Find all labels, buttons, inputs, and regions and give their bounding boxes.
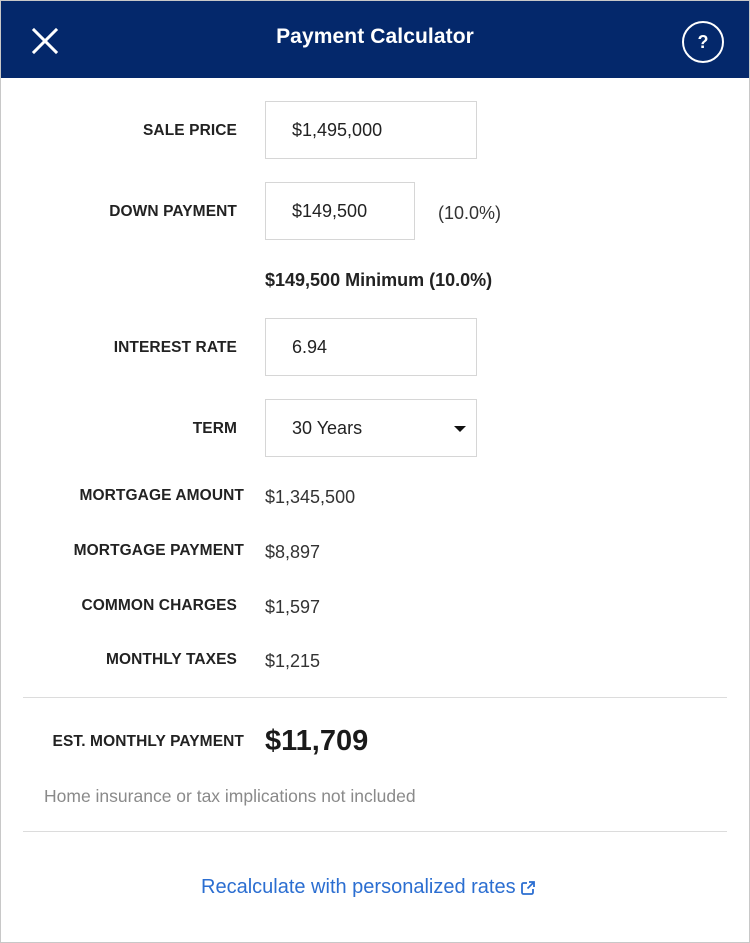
sale-price-value: $1,495,000: [292, 119, 383, 140]
est-monthly-payment-value: $11,709: [265, 725, 369, 757]
common-charges-value: $1,597: [265, 597, 321, 617]
interest-rate-input[interactable]: 6.94: [265, 318, 477, 376]
down-payment-percent: (10.0%): [438, 203, 502, 223]
interest-rate-value: 6.94: [292, 336, 328, 357]
help-button[interactable]: ?: [682, 21, 724, 63]
recalculate-link-label: Recalculate with personalized rates: [201, 876, 516, 898]
divider: [23, 697, 727, 698]
down-payment-label: DOWN PAYMENT: [109, 203, 237, 220]
term-select[interactable]: 30 Years: [265, 399, 477, 457]
interest-rate-label: INTEREST RATE: [113, 339, 237, 356]
external-link-icon: [520, 880, 535, 895]
mortgage-payment-value: $8,897: [265, 542, 321, 562]
down-payment-input[interactable]: $149,500: [265, 182, 415, 240]
mortgage-payment-label: MORTGAGE PAYMENT: [73, 542, 244, 559]
down-payment-value: $149,500: [292, 200, 368, 221]
term-label: TERM: [192, 420, 237, 437]
est-monthly-payment-label: EST. MONTHLY PAYMENT: [52, 733, 244, 750]
divider: [23, 831, 727, 832]
question-icon: ?: [697, 31, 709, 52]
mortgage-amount-label: MORTGAGE AMOUNT: [79, 487, 244, 504]
term-value: 30 Years: [292, 417, 363, 438]
sale-price-label: SALE PRICE: [142, 122, 237, 139]
payment-calculator-panel: Payment Calculator ? SALE PRICE $1,495,0…: [0, 0, 750, 943]
caret-down-icon: [454, 426, 466, 432]
disclaimer-note: Home insurance or tax implications not i…: [44, 786, 416, 806]
down-payment-minimum: $149,500 Minimum (10.0%): [265, 270, 493, 290]
header-bar: Payment Calculator ?: [1, 1, 749, 78]
common-charges-label: COMMON CHARGES: [81, 597, 237, 614]
mortgage-amount-value: $1,345,500: [265, 487, 356, 507]
monthly-taxes-label: MONTHLY TAXES: [105, 651, 237, 668]
monthly-taxes-value: $1,215: [265, 651, 321, 671]
recalculate-link[interactable]: Recalculate with personalized rates: [201, 876, 536, 899]
sale-price-input[interactable]: $1,495,000: [265, 101, 477, 159]
page-title: Payment Calculator: [276, 25, 474, 48]
